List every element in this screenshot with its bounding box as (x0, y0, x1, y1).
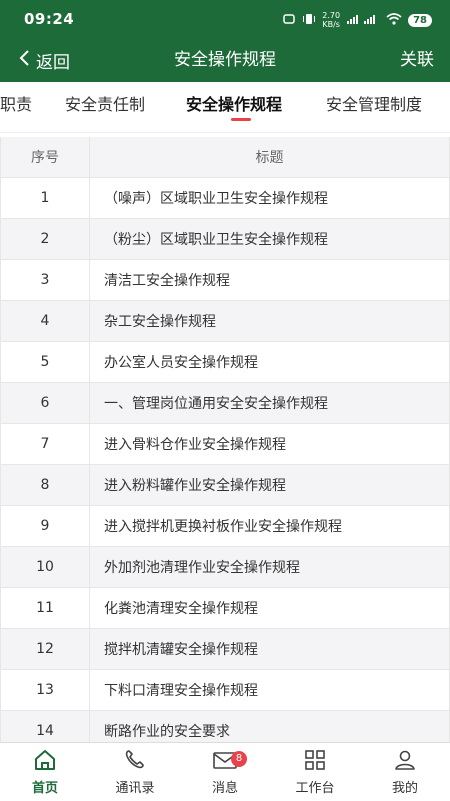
phone-icon (123, 749, 147, 775)
row-title: 杂工安全操作规程 (90, 301, 450, 341)
table-row[interactable]: 6 一、管理岗位通用安全安全操作规程 (0, 383, 450, 424)
table-row[interactable]: 7 进入骨料仓作业安全操作规程 (0, 424, 450, 465)
row-number: 12 (0, 629, 90, 669)
battery-indicator: 78 (408, 13, 432, 27)
row-number: 3 (0, 260, 90, 300)
row-number: 11 (0, 588, 90, 628)
row-number: 1 (0, 178, 90, 218)
relate-button[interactable]: 关联 (400, 38, 434, 82)
home-icon (33, 749, 57, 775)
row-number: 10 (0, 547, 90, 587)
nav-workbench-label: 工作台 (295, 781, 335, 796)
nav-contacts[interactable]: 通讯录 (90, 743, 180, 801)
row-title: 外加剂池清理作业安全操作规程 (90, 547, 450, 587)
nav-contacts-label: 通讯录 (115, 781, 155, 796)
back-label: 返回 (36, 52, 70, 73)
chevron-left-icon (18, 49, 30, 72)
top-navbar: 安全操作规程 返回 关联 (0, 38, 450, 82)
table-row[interactable]: 4 杂工安全操作规程 (0, 301, 450, 342)
network-speed: 2.70 KB/s (322, 11, 341, 29)
nav-workbench[interactable]: 工作台 (270, 743, 360, 801)
table-row[interactable]: 12 搅拌机清罐安全操作规程 (0, 629, 450, 670)
vibrate-icon (302, 12, 316, 29)
procedure-table: 序号 标题 1 （噪声）区域职业卫生安全操作规程 2 （粉尘）区域职业卫生安全操作规程… (0, 137, 450, 793)
row-title: 一、管理岗位通用安全安全操作规程 (90, 383, 450, 423)
row-title: 下料口清理安全操作规程 (90, 670, 450, 710)
header-title: 标题 (90, 137, 450, 177)
back-button[interactable]: 返回 (18, 38, 70, 82)
nav-messages-label: 消息 (211, 781, 238, 796)
grid-icon (303, 749, 327, 775)
row-number: 4 (0, 301, 90, 341)
table-row[interactable]: 11 化粪池清理安全操作规程 (0, 588, 450, 629)
row-title: 办公室人员安全操作规程 (90, 342, 450, 382)
tab-responsibility[interactable]: 安全责任制 (65, 82, 145, 128)
message-badge: 8 (231, 751, 247, 767)
row-number: 13 (0, 670, 90, 710)
notification-icon (282, 12, 296, 29)
nav-profile-label: 我的 (391, 781, 418, 796)
row-title: 搅拌机清罐安全操作规程 (90, 629, 450, 669)
active-tab-indicator (231, 118, 251, 121)
tab-duties[interactable]: 职责 (0, 82, 32, 128)
tab-management-rules[interactable]: 安全管理制度 (326, 82, 422, 128)
row-number: 5 (0, 342, 90, 382)
tab-operating-procedures[interactable]: 安全操作规程 (186, 82, 282, 128)
nav-home[interactable]: 首页 (0, 743, 90, 801)
row-title: 化粪池清理安全操作规程 (90, 588, 450, 628)
wifi-icon (386, 12, 402, 28)
category-tabs: 职责 安全责任制 安全操作规程 安全管理制度 (0, 82, 450, 133)
row-title: 进入骨料仓作业安全操作规程 (90, 424, 450, 464)
row-number: 9 (0, 506, 90, 546)
row-title: 进入粉料罐作业安全操作规程 (90, 465, 450, 505)
row-title: （噪声）区域职业卫生安全操作规程 (90, 178, 450, 218)
table-row[interactable]: 1 （噪声）区域职业卫生安全操作规程 (0, 178, 450, 219)
signal-icon (346, 13, 380, 28)
row-title: （粉尘）区域职业卫生安全操作规程 (90, 219, 450, 259)
nav-profile[interactable]: 我的 (360, 743, 450, 801)
row-number: 8 (0, 465, 90, 505)
table-row[interactable]: 8 进入粉料罐作业安全操作规程 (0, 465, 450, 506)
row-number: 6 (0, 383, 90, 423)
row-title: 进入搅拌机更换衬板作业安全操作规程 (90, 506, 450, 546)
status-icons: 2.70 KB/s 78 (282, 11, 432, 29)
status-time: 09:24 (24, 10, 75, 28)
row-title: 清洁工安全操作规程 (90, 260, 450, 300)
header-num: 序号 (0, 137, 90, 177)
bottom-nav: 首页 通讯录 8 消息 工作台 我的 (0, 742, 450, 801)
nav-home-label: 首页 (31, 781, 58, 796)
row-number: 2 (0, 219, 90, 259)
user-icon (393, 749, 417, 775)
table-header: 序号 标题 (0, 137, 450, 178)
row-number: 7 (0, 424, 90, 464)
table-row[interactable]: 9 进入搅拌机更换衬板作业安全操作规程 (0, 506, 450, 547)
status-bar: 09:24 2.70 KB/s 78 (0, 0, 450, 38)
table-row[interactable]: 5 办公室人员安全操作规程 (0, 342, 450, 383)
nav-messages[interactable]: 8 消息 (180, 743, 270, 801)
table-row[interactable]: 2 （粉尘）区域职业卫生安全操作规程 (0, 219, 450, 260)
table-row[interactable]: 13 下料口清理安全操作规程 (0, 670, 450, 711)
table-row[interactable]: 10 外加剂池清理作业安全操作规程 (0, 547, 450, 588)
table-row[interactable]: 3 清洁工安全操作规程 (0, 260, 450, 301)
